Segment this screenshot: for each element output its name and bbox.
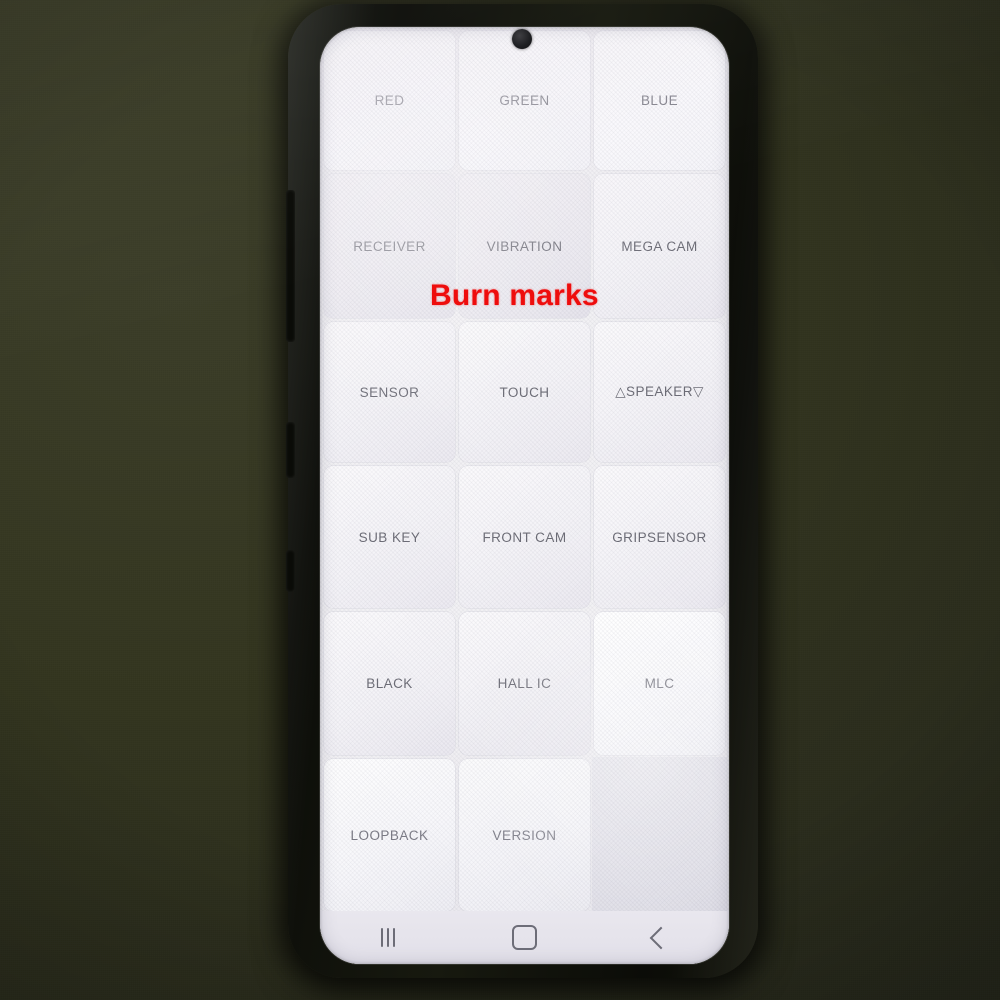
test-tile-label: LOOPBACK [350,827,429,843]
grid-cell[interactable]: SENSOR [322,320,457,464]
test-tile[interactable]: △SPEAKER▽ [594,322,725,462]
grid-cell[interactable]: LOOPBACK [322,757,457,913]
test-tile-label: △SPEAKER▽ [615,384,704,399]
grid-cell[interactable]: BLUE [592,29,727,172]
test-tile-label: GRIPSENSOR [612,529,707,545]
test-tile-label: SUB KEY [358,529,421,545]
volume-rocker-button[interactable] [286,190,295,342]
back-icon [649,926,673,949]
recents-button[interactable] [353,917,423,959]
test-tile[interactable]: GRIPSENSOR [594,466,725,608]
test-tile[interactable]: SUB KEY [324,466,455,608]
burn-marks-annotation: Burn marks [430,279,599,312]
test-tile-label: FRONT CAM [482,529,567,545]
test-tile-label: MLC [644,676,675,691]
test-tile[interactable]: VERSION [459,759,590,911]
test-tile[interactable]: FRONT CAM [459,466,590,608]
test-tile-label: HALL IC [497,676,552,691]
test-tile-label: BLUE [640,93,679,108]
grid-cell[interactable]: RED [322,29,457,172]
test-tile-label: RED [374,93,405,108]
test-tile-label: GREEN [499,93,550,108]
test-tile-label: SENSOR [359,384,420,400]
phone-screen: RED GREEN BLUE RECEIVER VIBRATION MEGA CAM SEN… [320,27,729,964]
test-mode-tile-grid: RED GREEN BLUE RECEIVER VIBRATION MEGA CAM SEN… [320,27,729,913]
test-tile[interactable]: BLACK [324,612,455,755]
test-tile-label: VERSION [492,827,557,843]
grid-cell[interactable]: TOUCH [457,320,592,464]
front-camera-punch-hole [512,29,532,49]
side-button-lower[interactable] [286,550,295,592]
screenshot-stage: RED GREEN BLUE RECEIVER VIBRATION MEGA CAM SEN… [0,0,1000,1000]
test-tile[interactable]: RED [324,31,455,170]
test-tile[interactable]: GREEN [459,31,590,170]
test-tile-label: VIBRATION [486,238,563,254]
test-tile-label: MEGA CAM [621,238,698,254]
test-tile[interactable]: SENSOR [324,322,455,462]
grid-cell[interactable]: GREEN [457,29,592,172]
test-tile[interactable]: BLUE [594,31,725,170]
grid-cell[interactable]: MEGA CAM [592,172,727,320]
grid-cell[interactable]: FRONT CAM [457,464,592,610]
test-tile-label: RECEIVER [353,238,426,254]
android-navigation-bar [320,911,729,964]
grid-cell[interactable]: MLC [592,610,727,757]
grid-cell[interactable]: BLACK [322,610,457,757]
home-button[interactable] [489,917,559,959]
grid-cell[interactable]: HALL IC [457,610,592,757]
test-tile-label: BLACK [366,676,413,691]
home-icon [511,925,537,950]
grid-cell[interactable]: VERSION [457,757,592,913]
recents-icon [381,928,396,947]
test-tile-label: TOUCH [499,384,550,400]
test-tile[interactable]: MLC [594,612,725,755]
grid-cell-empty [592,757,727,913]
grid-cell[interactable]: SUB KEY [322,464,457,610]
grid-cell[interactable]: △SPEAKER▽ [592,320,727,464]
test-tile[interactable]: TOUCH [459,322,590,462]
test-tile[interactable]: LOOPBACK [324,759,455,911]
back-button[interactable] [626,917,696,959]
test-tile[interactable]: MEGA CAM [594,174,725,318]
power-button[interactable] [286,422,295,478]
grid-cell[interactable]: GRIPSENSOR [592,464,727,610]
test-tile[interactable]: HALL IC [459,612,590,755]
